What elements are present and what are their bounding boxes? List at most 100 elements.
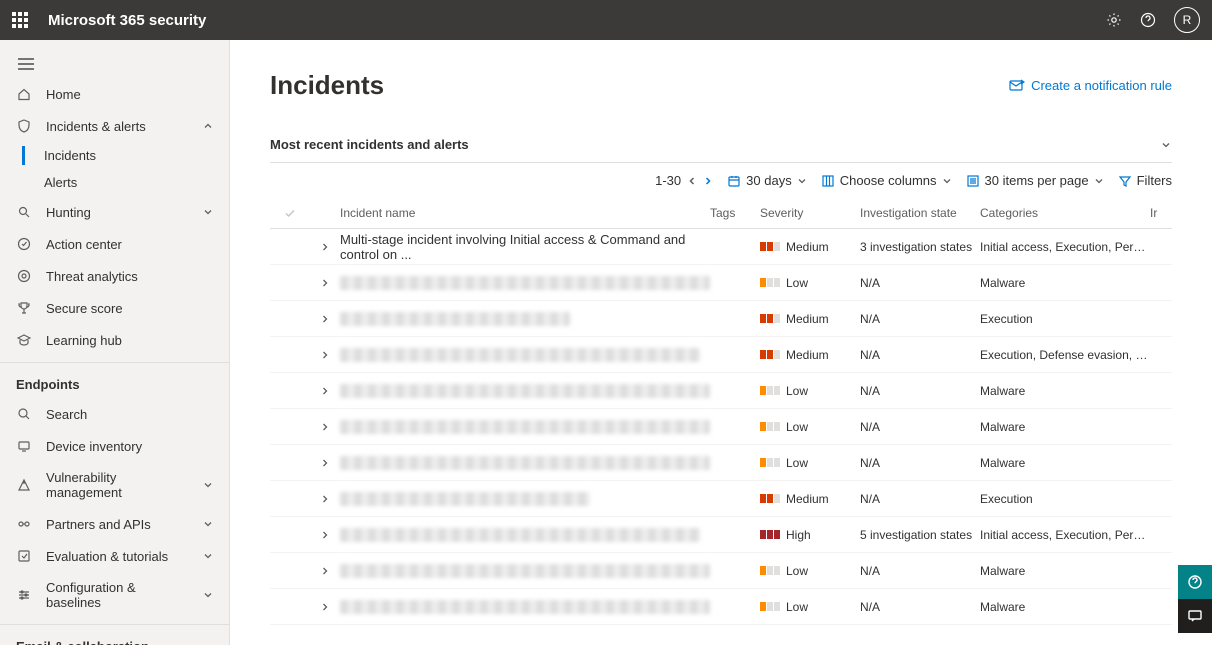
table-row[interactable]: High5 investigation statesInitial access… — [270, 517, 1172, 553]
severity-cell: Low — [760, 420, 860, 434]
sidebar-item-hunting[interactable]: Hunting — [0, 196, 229, 228]
feedback-fab[interactable] — [1178, 599, 1212, 633]
hunting-icon — [16, 204, 32, 220]
severity-cell: Medium — [760, 348, 860, 362]
sidebar-item-alerts[interactable]: Alerts — [0, 169, 229, 196]
expand-row-icon[interactable] — [310, 458, 340, 468]
main-content: Incidents Create a notification rule Mos… — [230, 40, 1212, 645]
fab-stack — [1178, 565, 1212, 633]
help-icon[interactable] — [1140, 12, 1156, 28]
sidebar-item-secure-score[interactable]: Secure score — [0, 292, 229, 324]
investigation-cell: N/A — [860, 276, 980, 290]
app-launcher-icon[interactable] — [12, 12, 28, 28]
sidebar-item-partners-apis[interactable]: Partners and APIs — [0, 508, 229, 540]
sidebar-item-incidents[interactable]: Incidents — [0, 142, 229, 169]
categories-cell: Malware — [980, 276, 1150, 290]
expand-row-icon[interactable] — [310, 602, 340, 612]
date-range-dropdown[interactable]: 30 days — [727, 173, 807, 188]
categories-cell: Malware — [980, 600, 1150, 614]
sidebar-item-device-inventory[interactable]: Device inventory — [0, 430, 229, 462]
col-tags[interactable]: Tags — [710, 206, 760, 220]
severity-cell: Low — [760, 564, 860, 578]
categories-cell: Initial access, Execution, Persis... — [980, 240, 1150, 254]
sidebar-item-incidents-alerts[interactable]: Incidents & alerts — [0, 110, 229, 142]
sidebar-item-vuln-mgmt[interactable]: Vulnerability management — [0, 462, 229, 508]
pager-next[interactable] — [703, 176, 713, 186]
sidebar-item-action-center[interactable]: Action center — [0, 228, 229, 260]
shield-icon — [16, 118, 32, 134]
categories-cell: Execution, Defense evasion, D... — [980, 348, 1150, 362]
choose-columns-dropdown[interactable]: Choose columns — [821, 173, 952, 188]
home-icon — [16, 86, 32, 102]
chevron-down-icon[interactable] — [1160, 139, 1172, 151]
table-row[interactable]: LowN/AMalware — [270, 409, 1172, 445]
investigation-cell: 3 investigation states — [860, 240, 980, 254]
col-severity[interactable]: Severity — [760, 206, 860, 220]
chevron-up-icon — [203, 121, 213, 131]
expand-row-icon[interactable] — [310, 530, 340, 540]
eval-icon — [16, 548, 32, 564]
table-row[interactable]: MediumN/AExecution, Defense evasion, D..… — [270, 337, 1172, 373]
col-name[interactable]: Incident name — [340, 206, 710, 220]
incident-name-cell — [340, 564, 710, 578]
sidebar-label: Evaluation & tutorials — [46, 549, 168, 564]
investigation-cell: N/A — [860, 348, 980, 362]
severity-cell: Medium — [760, 492, 860, 506]
learning-icon — [16, 332, 32, 348]
table-row[interactable]: LowN/AMalware — [270, 553, 1172, 589]
sidebar-label: Incidents & alerts — [46, 119, 146, 134]
check-all[interactable] — [270, 207, 310, 219]
columns-icon — [821, 174, 835, 188]
sidebar-label: Action center — [46, 237, 122, 252]
sidebar-item-threat-analytics[interactable]: Threat analytics — [0, 260, 229, 292]
items-per-page-dropdown[interactable]: 30 items per page — [966, 173, 1104, 188]
table-row[interactable]: LowN/AMalware — [270, 373, 1172, 409]
hamburger-icon[interactable] — [0, 50, 229, 78]
sidebar-item-config-baselines[interactable]: Configuration & baselines — [0, 572, 229, 618]
categories-cell: Initial access, Execution, Persis... — [980, 528, 1150, 542]
table-row[interactable]: MediumN/AExecution — [270, 301, 1172, 337]
incident-name-cell — [340, 384, 710, 398]
table-row[interactable]: LowN/AMalware — [270, 589, 1172, 625]
expand-row-icon[interactable] — [310, 314, 340, 324]
expand-row-icon[interactable] — [310, 566, 340, 576]
severity-cell: Low — [760, 276, 860, 290]
expand-row-icon[interactable] — [310, 494, 340, 504]
table-row[interactable]: MediumN/AExecution — [270, 481, 1172, 517]
sidebar-section-email: Email & collaboration — [0, 624, 229, 645]
gear-icon[interactable] — [1106, 12, 1122, 28]
table-row[interactable]: LowN/AMalware — [270, 265, 1172, 301]
incident-name-cell — [340, 276, 710, 290]
col-last[interactable]: Ir — [1150, 206, 1170, 220]
investigation-cell: N/A — [860, 312, 980, 326]
filters-button[interactable]: Filters — [1118, 173, 1172, 188]
investigation-cell: N/A — [860, 564, 980, 578]
sidebar-item-home[interactable]: Home — [0, 78, 229, 110]
subheader[interactable]: Most recent incidents and alerts — [270, 127, 1172, 163]
user-avatar[interactable]: R — [1174, 7, 1200, 33]
col-categories[interactable]: Categories — [980, 206, 1150, 220]
expand-row-icon[interactable] — [310, 386, 340, 396]
severity-cell: High — [760, 528, 860, 542]
col-investigation[interactable]: Investigation state — [860, 206, 980, 220]
table-row[interactable]: Multi-stage incident involving Initial a… — [270, 229, 1172, 265]
sidebar-item-learning-hub[interactable]: Learning hub — [0, 324, 229, 356]
sidebar-item-eval-tutorials[interactable]: Evaluation & tutorials — [0, 540, 229, 572]
create-notification-rule-button[interactable]: Create a notification rule — [1009, 78, 1172, 93]
expand-row-icon[interactable] — [310, 350, 340, 360]
expand-row-icon[interactable] — [310, 422, 340, 432]
sidebar: Home Incidents & alerts Incidents Alerts… — [0, 40, 230, 645]
table-row[interactable]: LowN/AMalware — [270, 445, 1172, 481]
categories-cell: Execution — [980, 312, 1150, 326]
help-fab[interactable] — [1178, 565, 1212, 599]
pager-prev[interactable] — [687, 176, 697, 186]
partners-icon — [16, 516, 32, 532]
expand-row-icon[interactable] — [310, 242, 340, 252]
sidebar-item-search[interactable]: Search — [0, 398, 229, 430]
search-icon — [16, 406, 32, 422]
investigation-cell: N/A — [860, 456, 980, 470]
incident-name-cell — [340, 348, 710, 362]
expand-row-icon[interactable] — [310, 278, 340, 288]
mail-icon — [1009, 79, 1025, 93]
severity-cell: Medium — [760, 312, 860, 326]
